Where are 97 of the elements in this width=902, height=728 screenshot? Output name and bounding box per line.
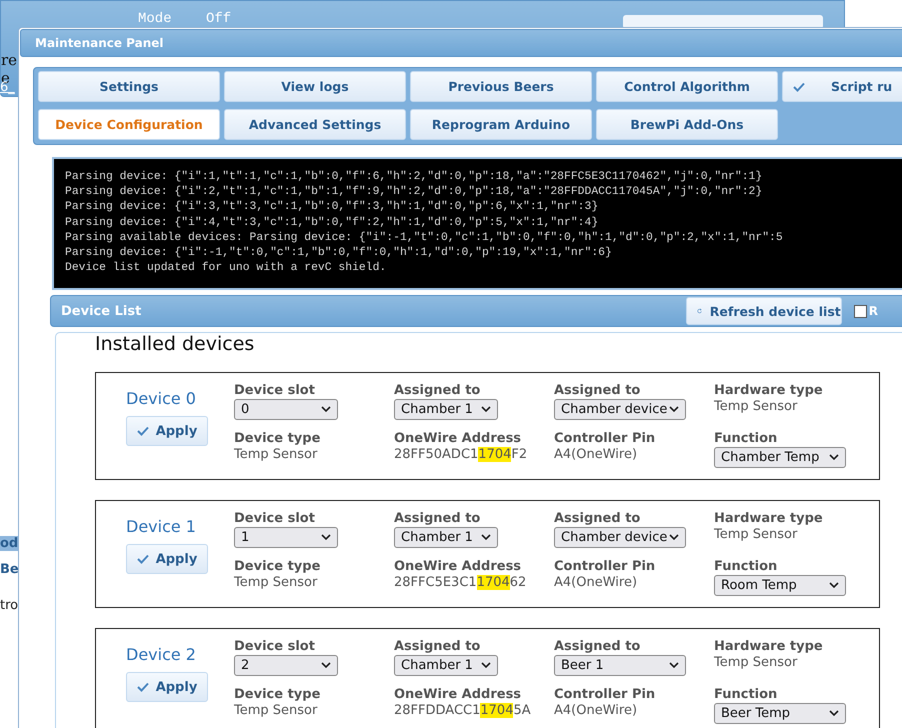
tab[interactable]: Reprogram Arduino	[410, 109, 592, 140]
field-label: Device type	[234, 687, 322, 703]
field-label: Assigned to	[554, 383, 642, 399]
dropdown[interactable]: Room Temp	[714, 575, 846, 596]
device-name: Device 0	[126, 389, 197, 408]
tab[interactable]: Control Algorithm	[596, 71, 778, 102]
dropdown[interactable]: 1	[234, 527, 338, 548]
field-value: Temp Sensor	[714, 399, 798, 415]
tab[interactable]: View logs	[224, 71, 406, 102]
caret-icon	[481, 406, 491, 413]
section-heading: Installed devices	[95, 333, 256, 355]
check-icon	[793, 82, 805, 92]
field-value: Temp Sensor	[714, 527, 798, 543]
mode-value: Off	[206, 11, 232, 27]
log-line: Parsing device: {"i":4,"t":3,"c":1,"b":0,"f":2,"h":1,"d":0,"p":5,"x":1,"nr":4}	[65, 216, 600, 231]
caret-icon	[481, 534, 491, 541]
dropdown[interactable]: Chamber 1	[394, 527, 498, 548]
apply-button[interactable]: Apply	[126, 416, 208, 446]
dropdown[interactable]: Chamber device	[554, 527, 686, 548]
field-value: A4(OneWire)	[554, 703, 638, 719]
dropdown[interactable]: Chamber 1	[394, 655, 498, 676]
dropdown[interactable]: Beer 1	[554, 655, 686, 676]
field-label: OneWire Address	[394, 687, 522, 703]
field-value: Temp Sensor	[714, 655, 798, 671]
check-icon	[136, 426, 149, 436]
log-line: Parsing available devices: Parsing device: {"i":-1,"t":0,"c":1,"b":0,"f":0,"h":1,"d":0,"p":2,"x":1,"nr":5	[65, 230, 784, 246]
device-name: Device 1	[126, 517, 197, 536]
caret-icon	[481, 662, 491, 669]
field-label: Assigned to	[394, 511, 482, 527]
log-line: Parsing device: {"i":3,"t":3,"c":1,"b":0,"f":3,"h":1,"d":0,"p":6,"x":1,"nr":3}	[65, 200, 600, 216]
field-label: Controller Pin	[554, 431, 656, 447]
tab[interactable]: Advanced Settings	[224, 109, 406, 140]
field-label: OneWire Address	[394, 559, 522, 575]
side-text: tro	[0, 598, 18, 613]
field-label: Hardware type	[714, 383, 824, 399]
dropdown[interactable]: Chamber Temp	[714, 447, 846, 468]
field-label: Device slot	[234, 511, 316, 527]
caret-icon	[669, 406, 679, 413]
tab[interactable]: Script ru	[782, 71, 902, 102]
apply-button[interactable]: Apply	[126, 672, 208, 702]
field-label: Device slot	[234, 639, 316, 655]
field-label: Device slot	[234, 383, 316, 399]
field-label: Function	[714, 431, 778, 447]
field-label: Assigned to	[394, 639, 482, 655]
caret-icon	[321, 534, 331, 541]
window-title: Maintenance Panel	[35, 36, 164, 50]
address-value: 28FFC5E3C1170462	[394, 575, 528, 591]
section-title: Device List	[61, 304, 142, 318]
dropdown[interactable]: Chamber device	[554, 399, 686, 420]
caret-icon	[829, 454, 839, 461]
mode-label: Mode	[138, 11, 172, 27]
field-label: Hardware type	[714, 639, 824, 655]
field-label: Assigned to	[554, 511, 642, 527]
field-label: Hardware type	[714, 511, 824, 527]
caret-icon	[829, 582, 839, 589]
field-label: Function	[714, 559, 778, 575]
field-label: Assigned to	[394, 383, 482, 399]
log-line: Parsing device: {"i":2,"t":1,"c":1,"b":1,"f":9,"h":2,"d":0,"p":18,"a":"28FFDDACC117045A","j":0,"nr":2}	[65, 185, 764, 200]
refresh-button[interactable]: Refresh device list	[686, 297, 842, 325]
caret-icon	[669, 662, 679, 669]
dropdown[interactable]: 2	[234, 655, 338, 676]
logo-text: re	[1, 51, 18, 69]
field-value: A4(OneWire)	[554, 447, 638, 463]
log-line: Parsing device: {"i":1,"t":1,"c":1,"b":0,"f":6,"h":2,"d":0,"p":18,"a":"28FFC5E3C1170462","j":0,"nr":1}	[65, 170, 764, 185]
caret-icon	[321, 662, 331, 669]
tab[interactable]: Previous Beers	[410, 71, 592, 102]
tab[interactable]: Device Configuration	[38, 109, 220, 140]
check-icon	[136, 554, 149, 564]
tab[interactable]: BrewPi Add-Ons	[596, 109, 778, 140]
caret-icon	[829, 710, 839, 717]
device-name: Device 2	[126, 645, 197, 664]
dropdown[interactable]: Chamber 1	[394, 399, 498, 420]
field-label: OneWire Address	[394, 431, 522, 447]
address-value: 28FF50ADC11704F2	[394, 447, 528, 463]
field-label: Device type	[234, 431, 322, 447]
address-value: 28FFDDACC117045A	[394, 703, 532, 719]
checkbox-label: R	[868, 304, 878, 318]
caret-icon	[669, 534, 679, 541]
field-label: Controller Pin	[554, 559, 656, 575]
apply-button[interactable]: Apply	[126, 544, 208, 574]
field-label: Assigned to	[554, 639, 642, 655]
field-value: Temp Sensor	[234, 447, 318, 463]
field-label: Controller Pin	[554, 687, 656, 703]
dropdown[interactable]: Beer Temp	[714, 703, 846, 724]
log-line: Device list updated for uno with a revC shield.	[65, 261, 388, 276]
caret-icon	[321, 406, 331, 413]
field-value: A4(OneWire)	[554, 575, 638, 591]
check-icon	[136, 682, 149, 692]
side-text: Be	[0, 562, 19, 577]
dropdown[interactable]: 0	[234, 399, 338, 420]
field-label: Function	[714, 687, 778, 703]
log-line: Parsing device: {"i":-1,"t":0,"c":1,"b":0,"f":0,"h":1,"d":0,"p":19,"x":1,"nr":6}	[65, 246, 613, 262]
field-label: Device type	[234, 559, 322, 575]
tab[interactable]: Settings	[38, 71, 220, 102]
field-value: Temp Sensor	[234, 703, 318, 719]
field-value: Temp Sensor	[234, 575, 318, 591]
checkbox[interactable]	[854, 304, 867, 318]
